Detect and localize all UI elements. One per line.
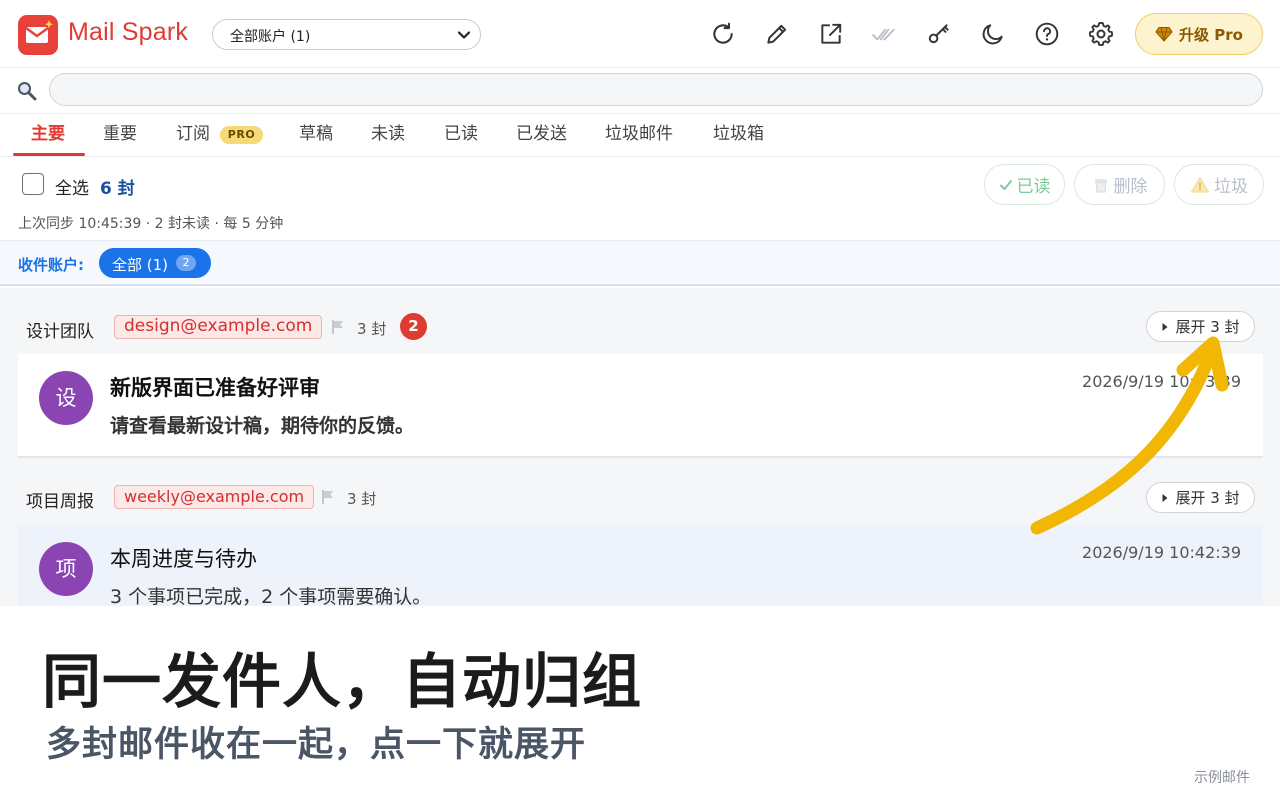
- warning-icon: [1190, 176, 1210, 192]
- refresh-icon: [713, 22, 733, 44]
- refresh-button[interactable]: [709, 20, 737, 48]
- expand-group-button[interactable]: 展开 3 封: [1146, 482, 1255, 513]
- tab-spam[interactable]: 垃圾邮件: [605, 114, 673, 157]
- mail-logo-icon: [25, 20, 53, 43]
- account-select[interactable]: 全部账户 (1): [212, 19, 481, 50]
- tab-subscriptions[interactable]: 订阅: [176, 114, 210, 157]
- open-external-button[interactable]: [817, 20, 845, 48]
- dark-mode-button[interactable]: [979, 20, 1007, 48]
- compose-button[interactable]: [763, 20, 791, 48]
- chevron-down-icon: [457, 31, 471, 39]
- settings-button[interactable]: [1087, 20, 1115, 48]
- expand-group-button[interactable]: 展开 3 封: [1146, 311, 1255, 342]
- account-chip-all[interactable]: 全部 (1) 2: [99, 248, 211, 278]
- account-chip-label: 全部 (1): [112, 256, 169, 274]
- tab-drafts[interactable]: 草稿: [299, 114, 333, 157]
- upgrade-label: 升级 Pro: [1179, 25, 1243, 44]
- caption-subline: 多封邮件收在一起，点一下就展开: [46, 725, 587, 765]
- mail-subject: 本周进度与待办: [110, 547, 257, 571]
- sync-status: 上次同步 10:45:39 · 2 封未读 · 每 5 分钟: [18, 216, 284, 232]
- tab-trash[interactable]: 垃圾箱: [713, 114, 764, 157]
- open-external-icon: [821, 23, 842, 44]
- spam-label: 垃圾: [1214, 177, 1248, 197]
- mail-time: 2026/9/19 10:43:39: [1082, 372, 1241, 391]
- help-button[interactable]: [1033, 20, 1061, 48]
- flag-icon[interactable]: [321, 489, 335, 505]
- caption-panel: 同一发件人，自动归组 多封邮件收在一起，点一下就展开 示例邮件: [0, 606, 1280, 800]
- app-title: Mail Spark: [68, 18, 189, 46]
- search-input[interactable]: [49, 73, 1263, 106]
- mail-time: 2026/9/19 10:42:39: [1082, 543, 1241, 562]
- group-sender-email: design@example.com: [114, 315, 323, 339]
- caption-headline: 同一发件人，自动归组: [42, 647, 643, 716]
- group-sender-name: 项目周报: [26, 492, 94, 512]
- account-select-value: 全部账户 (1): [230, 29, 311, 45]
- mail-count: 6 封: [100, 179, 135, 199]
- select-all-label[interactable]: 全选: [55, 174, 89, 199]
- caret-right-icon: [1162, 493, 1168, 502]
- spam-button[interactable]: 垃圾: [1174, 164, 1264, 205]
- mark-read-button[interactable]: 已读: [984, 164, 1065, 205]
- mail-snippet: 3 个事项已完成，2 个事项需要确认。: [110, 586, 432, 608]
- expand-label: 展开 3 封: [1175, 318, 1240, 336]
- group-mail-count: 3 封: [357, 320, 387, 338]
- select-all-checkbox[interactable]: [22, 173, 44, 195]
- upgrade-pro-button[interactable]: 升级 Pro: [1135, 13, 1263, 55]
- tab-bar: 主要 重要 订阅 PRO 草稿 未读 已读 已发送 垃圾邮件 垃圾箱: [0, 114, 1280, 157]
- mail-snippet: 请查看最新设计稿，期待你的反馈。: [110, 415, 415, 437]
- search-icon: [18, 82, 37, 101]
- help-icon: [1035, 22, 1059, 46]
- flag-icon[interactable]: [331, 319, 345, 335]
- delete-button[interactable]: 删除: [1074, 164, 1165, 205]
- tab-sent[interactable]: 已发送: [516, 114, 567, 157]
- trash-icon: [1094, 178, 1107, 192]
- app-logo: [18, 15, 58, 55]
- active-tab-indicator: [13, 153, 85, 156]
- account-filter-label: 收件账户:: [18, 256, 84, 274]
- top-bar: Mail Spark 全部账户 (1) 升级 Pro: [0, 0, 1280, 68]
- caret-right-icon: [1162, 322, 1168, 331]
- mail-subject: 新版界面已准备好评审: [110, 376, 320, 400]
- avatar: 项: [39, 542, 93, 596]
- mail-item[interactable]: 设 新版界面已准备好评审 请查看最新设计稿，期待你的反馈。 2026/9/19 …: [18, 354, 1263, 458]
- mark-all-read-button[interactable]: [870, 20, 898, 48]
- unread-badge: 2: [400, 313, 427, 340]
- diamond-icon: [1155, 27, 1173, 42]
- mail-list: 设计团队 design@example.com 3 封 2 展开 3 封 设 新…: [0, 288, 1280, 629]
- mark-read-label: 已读: [1016, 177, 1051, 197]
- key-button[interactable]: [925, 20, 953, 48]
- account-filter: 收件账户: 全部 (1) 2: [0, 240, 1280, 286]
- sample-note: 示例邮件: [1194, 770, 1250, 786]
- dark-mode-icon: [982, 24, 1003, 45]
- compose-icon: [767, 24, 787, 44]
- search-bar: [0, 68, 1280, 114]
- group-sender-name: 设计团队: [26, 322, 94, 342]
- tab-unread[interactable]: 未读: [371, 114, 405, 157]
- group-sender-email: weekly@example.com: [114, 485, 315, 509]
- key-icon: [928, 24, 949, 44]
- mark-all-read-icon: [872, 28, 895, 41]
- tab-read[interactable]: 已读: [444, 114, 478, 157]
- pro-badge: PRO: [220, 126, 263, 144]
- account-chip-count: 2: [176, 255, 196, 271]
- avatar: 设: [39, 371, 93, 425]
- check-icon: [999, 179, 1012, 190]
- tab-important[interactable]: 重要: [103, 114, 137, 157]
- group-mail-count: 3 封: [347, 490, 377, 508]
- expand-label: 展开 3 封: [1175, 489, 1240, 507]
- tab-primary[interactable]: 主要: [31, 114, 65, 157]
- delete-label: 删除: [1113, 177, 1148, 197]
- settings-icon: [1088, 21, 1114, 47]
